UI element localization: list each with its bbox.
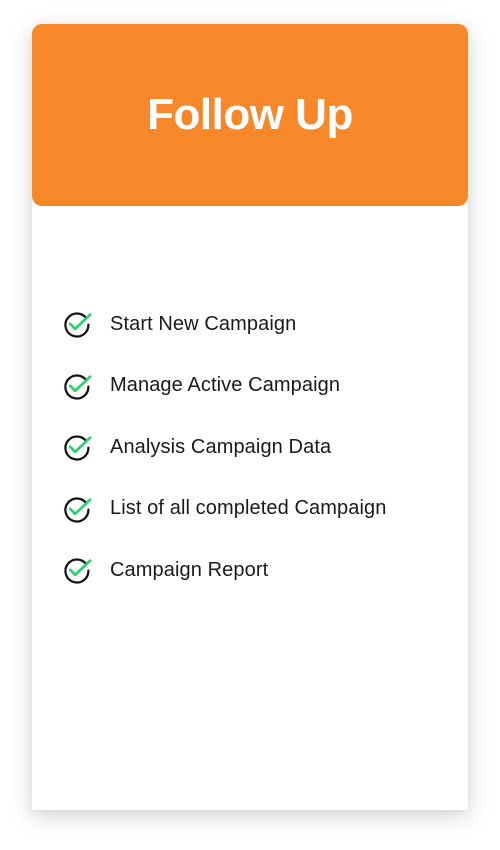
check-circle-icon <box>62 555 92 585</box>
feature-label: List of all completed Campaign <box>110 497 387 519</box>
page: Follow Up Start New Campaign Manage Acti… <box>0 0 500 850</box>
feature-list: Start New Campaign Manage Active Campaig… <box>62 304 386 612</box>
feature-item: Campaign Report <box>62 550 386 590</box>
check-circle-icon <box>62 309 92 339</box>
plan-card: Follow Up Start New Campaign Manage Acti… <box>32 24 468 810</box>
feature-label: Manage Active Campaign <box>110 374 341 396</box>
feature-label: Campaign Report <box>110 558 269 581</box>
feature-item: Analysis Campaign Data <box>62 427 386 467</box>
check-circle-icon <box>62 432 92 462</box>
feature-label: Start New Campaign <box>110 312 297 335</box>
feature-item: Manage Active Campaign <box>62 366 386 406</box>
feature-item: Start New Campaign <box>62 304 386 344</box>
check-circle-icon <box>62 494 92 524</box>
check-circle-icon <box>62 371 92 401</box>
feature-label: Analysis Campaign Data <box>110 435 332 458</box>
card-title: Follow Up <box>147 90 353 139</box>
card-header: Follow Up <box>32 24 468 206</box>
feature-item: List of all completed Campaign <box>62 489 386 529</box>
